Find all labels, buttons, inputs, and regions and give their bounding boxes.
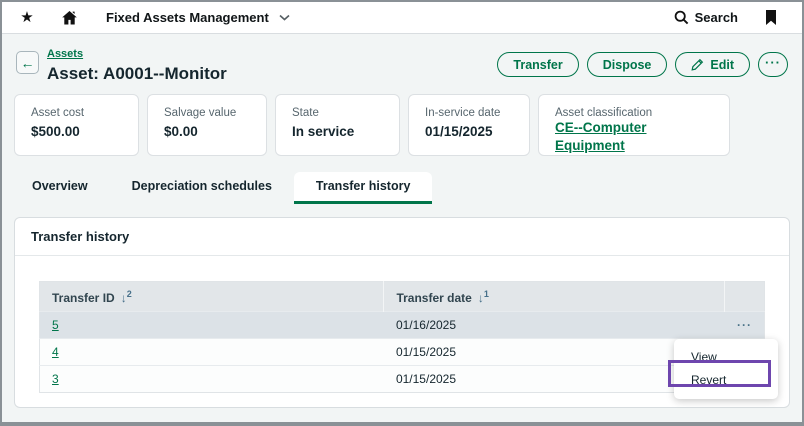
- transfer-button-label: Transfer: [513, 58, 562, 72]
- edit-button[interactable]: Edit: [675, 52, 750, 77]
- record-header: ← Assets Asset: A0001--Monitor Transfer …: [2, 34, 802, 90]
- dispose-button[interactable]: Dispose: [587, 52, 668, 77]
- card-label: In-service date: [425, 107, 513, 119]
- column-label: Transfer date: [396, 291, 471, 305]
- transfer-id-link[interactable]: 3: [52, 372, 59, 386]
- app-switcher[interactable]: Fixed Assets Management: [106, 10, 290, 25]
- card-value: $0.00: [164, 124, 250, 139]
- table-row[interactable]: 3 01/15/2025: [40, 366, 765, 393]
- star-icon: ★: [20, 10, 33, 25]
- card-label: Salvage value: [164, 107, 250, 119]
- bookmark-icon: [765, 10, 777, 25]
- page-title: Asset: A0001--Monitor: [47, 64, 227, 84]
- column-header-transfer-id[interactable]: Transfer ID ↓2: [40, 282, 384, 312]
- asset-classification-link[interactable]: CE--Computer Equipment: [555, 120, 647, 153]
- dispose-button-label: Dispose: [603, 58, 652, 72]
- transfer-button[interactable]: Transfer: [497, 52, 578, 77]
- transfer-id-link[interactable]: 4: [52, 345, 59, 359]
- search-button[interactable]: Search: [674, 10, 738, 25]
- card-in-service-date: In-service date 01/15/2025: [408, 94, 530, 156]
- app-window: ★ Fixed Assets Management Search: [0, 0, 804, 426]
- home-button[interactable]: [54, 3, 84, 33]
- transfer-id-link[interactable]: 5: [52, 318, 59, 332]
- tab-transfer-history[interactable]: Transfer history: [294, 172, 432, 204]
- column-label: Transfer ID: [52, 291, 115, 305]
- card-value: In service: [292, 124, 383, 139]
- card-salvage-value: Salvage value $0.00: [147, 94, 267, 156]
- column-header-transfer-date[interactable]: Transfer date ↓1: [384, 282, 725, 312]
- search-label: Search: [695, 10, 738, 25]
- menu-item-revert[interactable]: Revert: [674, 369, 778, 392]
- tab-bar: Overview Depreciation schedules Transfer…: [10, 176, 802, 204]
- bookmark-button[interactable]: [756, 3, 786, 33]
- pencil-icon: [691, 58, 704, 71]
- row-context-menu: View Revert: [674, 339, 778, 399]
- more-actions-button[interactable]: ···: [758, 52, 788, 77]
- menu-item-view[interactable]: View: [674, 346, 778, 369]
- breadcrumb-assets-link[interactable]: Assets: [47, 48, 83, 60]
- card-asset-cost: Asset cost $500.00: [14, 94, 139, 156]
- card-asset-classification: Asset classification CE--Computer Equipm…: [538, 94, 730, 156]
- top-bar: ★ Fixed Assets Management Search: [2, 2, 802, 34]
- chevron-down-icon: [279, 14, 290, 21]
- transfer-history-table: Transfer ID ↓2 Transfer date ↓1 5 01/16/20…: [39, 281, 765, 393]
- tab-depreciation-schedules[interactable]: Depreciation schedules: [110, 172, 294, 204]
- ellipsis-icon: ···: [765, 55, 781, 70]
- card-label: Asset classification: [555, 107, 713, 119]
- card-state: State In service: [275, 94, 400, 156]
- transfer-date-cell: 01/16/2025: [384, 312, 725, 339]
- table-row[interactable]: 5 01/16/2025 ···: [40, 312, 765, 339]
- table-header-row: Transfer ID ↓2 Transfer date ↓1: [40, 282, 765, 312]
- sort-indicator: ↓1: [478, 291, 489, 305]
- edit-button-label: Edit: [710, 58, 734, 72]
- back-arrow-icon: ←: [21, 56, 35, 70]
- card-label: Asset cost: [31, 107, 122, 119]
- column-header-actions: [725, 282, 765, 312]
- search-icon: [674, 10, 689, 25]
- panel-title: Transfer history: [31, 229, 129, 244]
- row-actions-button[interactable]: ···: [737, 318, 752, 332]
- card-value: $500.00: [31, 124, 122, 139]
- back-button[interactable]: ←: [16, 51, 39, 74]
- sort-indicator: ↓2: [121, 291, 132, 305]
- card-value: 01/15/2025: [425, 124, 513, 139]
- summary-cards: Asset cost $500.00 Salvage value $0.00 S…: [2, 90, 802, 156]
- app-title: Fixed Assets Management: [106, 10, 269, 25]
- table-row[interactable]: 4 01/15/2025: [40, 339, 765, 366]
- home-icon: [61, 10, 78, 26]
- favorites-button[interactable]: ★: [12, 3, 42, 33]
- panel-header: Transfer history: [15, 218, 789, 256]
- card-label: State: [292, 107, 383, 119]
- tab-overview[interactable]: Overview: [10, 172, 110, 204]
